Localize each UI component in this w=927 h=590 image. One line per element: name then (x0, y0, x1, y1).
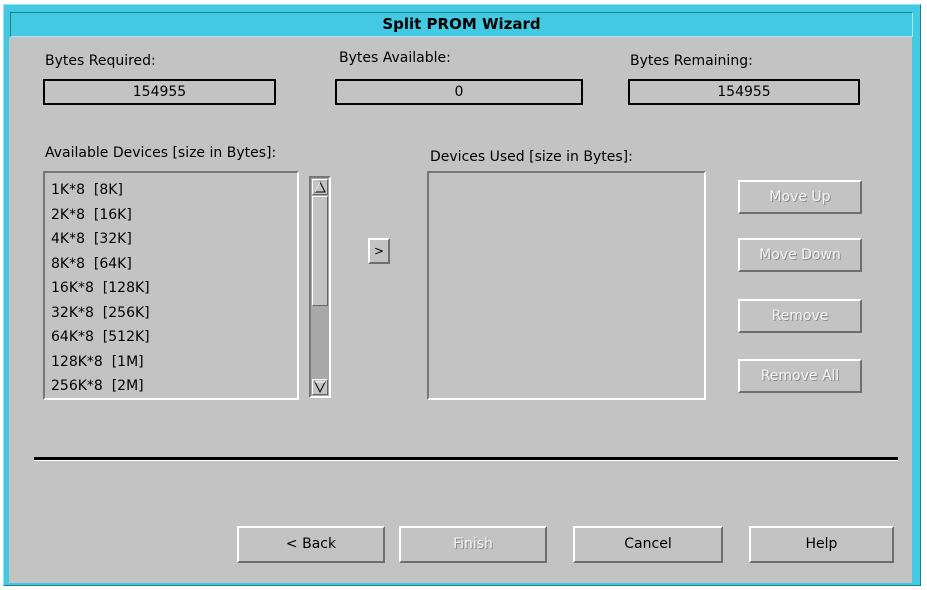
triangle-down-outline-icon (314, 381, 326, 394)
available-devices-scrollbar[interactable] (309, 176, 331, 398)
list-item[interactable]: 256K*8 [2M] (51, 375, 150, 398)
footer-separator (34, 457, 898, 461)
scroll-thumb[interactable] (312, 196, 328, 306)
bytes-remaining-value: 154955 (628, 79, 860, 105)
list-item[interactable]: 128K*8 [1M] (51, 351, 150, 376)
move-up-button[interactable]: Move Up (738, 180, 862, 214)
bytes-available-label: Bytes Available: (339, 50, 451, 66)
finish-button[interactable]: Finish (399, 526, 547, 563)
scroll-down-arrow[interactable] (312, 379, 328, 395)
list-item[interactable]: 4K*8 [32K] (51, 228, 150, 253)
bytes-required-value: 154955 (43, 79, 276, 105)
bytes-required-label: Bytes Required: (45, 53, 156, 69)
bytes-available-value: 0 (335, 79, 583, 105)
list-item[interactable]: 16K*8 [128K] (51, 277, 150, 302)
help-button[interactable]: Help (749, 526, 894, 563)
scroll-up-arrow[interactable] (312, 179, 328, 195)
back-button[interactable]: < Back (237, 526, 385, 563)
add-device-button[interactable]: > (368, 238, 390, 264)
list-item[interactable]: 2K*8 [16K] (51, 204, 150, 229)
devices-used-list[interactable] (427, 171, 706, 400)
list-item[interactable]: 32K*8 [256K] (51, 302, 150, 327)
available-devices-items: 1K*8 [8K] 2K*8 [16K] 4K*8 [32K] 8K*8 [64K] 1… (51, 179, 150, 398)
list-item[interactable]: 8K*8 [64K] (51, 253, 150, 278)
remove-button[interactable]: Remove (738, 299, 862, 333)
available-devices-list[interactable]: 1K*8 [8K] 2K*8 [16K] 4K*8 [32K] 8K*8 [64K] 1… (43, 171, 299, 400)
devices-used-label: Devices Used [size in Bytes]: (430, 149, 633, 165)
wizard-client-area: Bytes Required: 154955 Bytes Available: … (9, 37, 912, 583)
cancel-button[interactable]: Cancel (573, 526, 723, 563)
bytes-remaining-label: Bytes Remaining: (630, 53, 753, 69)
remove-all-button[interactable]: Remove All (738, 359, 862, 393)
window-title[interactable]: Split PROM Wizard (10, 12, 913, 37)
list-item[interactable]: 1K*8 [8K] (51, 179, 150, 204)
available-devices-label: Available Devices [size in Bytes]: (45, 145, 277, 161)
triangle-up-outline-icon (314, 180, 326, 193)
list-item[interactable]: 64K*8 [512K] (51, 326, 150, 351)
move-down-button[interactable]: Move Down (738, 238, 862, 272)
